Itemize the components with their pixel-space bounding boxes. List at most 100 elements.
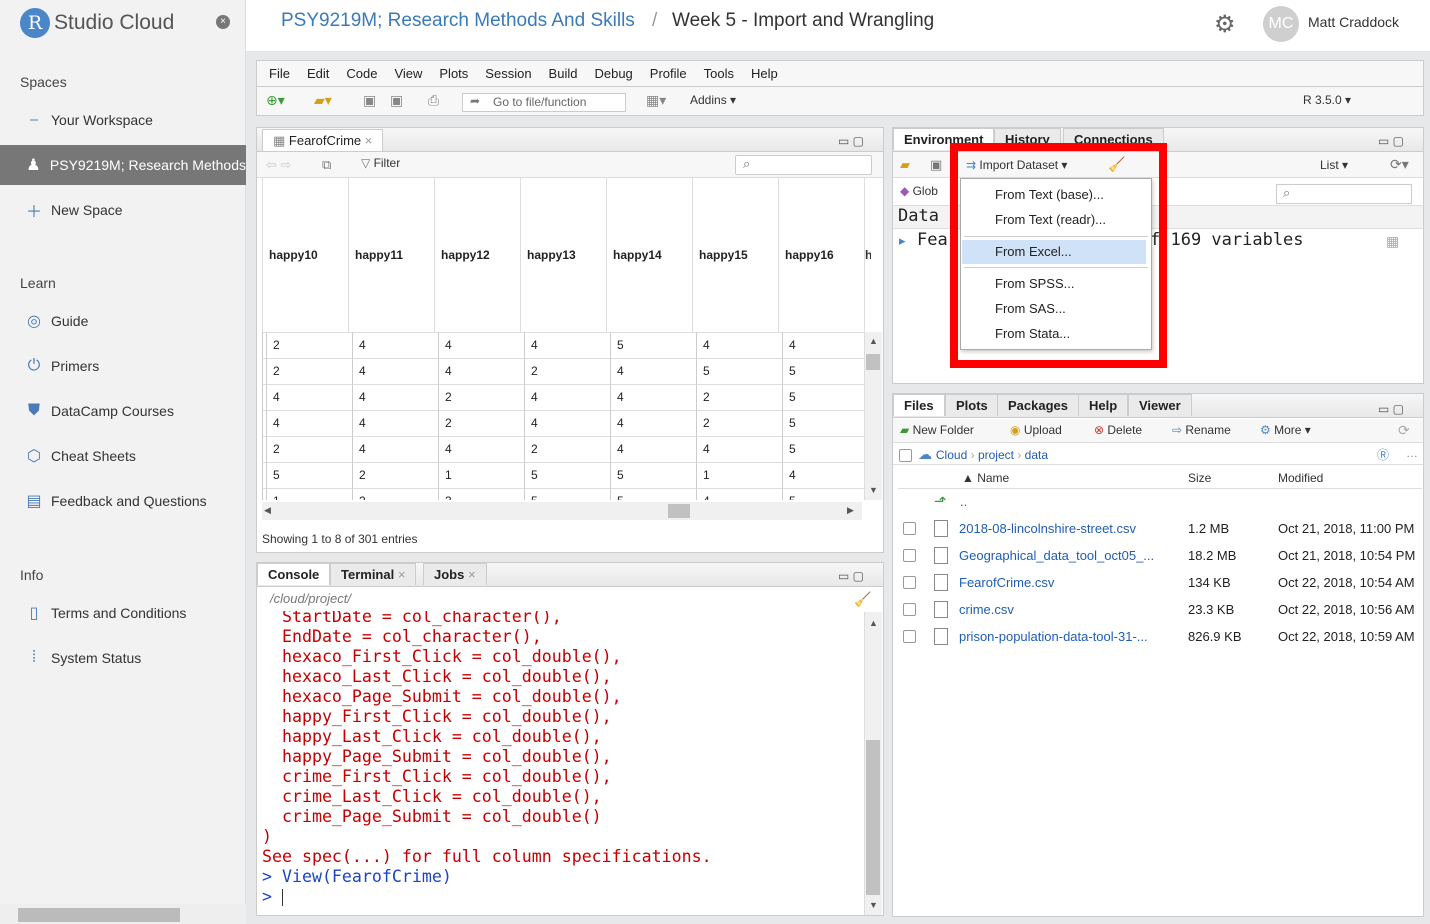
file-row[interactable]: 2018-08-lincolnshire-street.csv 1.2 MB Oct… [898, 515, 1422, 542]
menu-tools[interactable]: Tools [704, 66, 734, 81]
menu-help[interactable]: Help [751, 66, 778, 81]
sidebar-item-datacamp[interactable]: ⛊ DataCamp Courses [0, 391, 246, 431]
path-cloud[interactable]: Cloud [936, 448, 967, 462]
sidebar-item-your-workspace[interactable]: ⎯ Your Workspace [0, 100, 246, 140]
close-sidebar-icon[interactable]: × [216, 15, 230, 29]
tab-jobs[interactable]: Jobs × [423, 563, 487, 585]
project-icon[interactable]: Ⓡ [1377, 446, 1389, 463]
avatar[interactable]: MC [1263, 6, 1299, 42]
column-header[interactable]: happy12 [434, 178, 521, 333]
tab-help[interactable]: Help [1078, 394, 1129, 416]
minimize-icon[interactable]: ▭ ▢ [1378, 134, 1404, 148]
sidebar-item-psy9219m[interactable]: ♟ PSY9219M; Research Methods [0, 145, 246, 185]
upload-button[interactable]: ◉ Upload [1010, 423, 1062, 437]
tab-files[interactable]: Files [893, 394, 945, 416]
sidebar-item-guide[interactable]: ◎ Guide [0, 301, 246, 341]
tab-fearofcrime[interactable]: ▦ FearofCrime × [262, 129, 384, 151]
view-table-icon[interactable]: ▦ [1386, 233, 1399, 250]
menu-file[interactable]: File [269, 66, 290, 81]
scroll-up-icon[interactable]: ▲ [869, 336, 878, 346]
list-view-select[interactable]: List ▾ [1320, 158, 1348, 172]
column-header[interactable]: happy16 [778, 178, 865, 333]
tab-console[interactable]: Console [257, 563, 331, 585]
menu-code[interactable]: Code [346, 66, 377, 81]
close-icon[interactable]: × [361, 133, 373, 148]
sidebar-item-feedback[interactable]: ▤ Feedback and Questions [0, 481, 246, 521]
layout-grid-icon[interactable]: ▦▾ [646, 92, 666, 109]
refresh-icon[interactable]: ⟳ [1398, 422, 1410, 439]
more-path-icon[interactable]: … [1406, 446, 1418, 460]
file-checkbox[interactable] [903, 576, 916, 589]
goto-file-input[interactable]: Go to file/function [462, 93, 626, 112]
sidebar-item-cheat-sheets[interactable]: ⬡ Cheat Sheets [0, 436, 246, 476]
file-checkbox[interactable] [903, 630, 916, 643]
modified-column-header[interactable]: Modified [1278, 471, 1323, 485]
viewer-hscroll[interactable] [262, 502, 862, 520]
console-path[interactable]: /cloud/project/ [270, 591, 351, 606]
scroll-left-icon[interactable]: ◀ [264, 505, 271, 516]
back-forward-icon[interactable]: ⇦ ⇨ [266, 157, 291, 173]
menu-view[interactable]: View [394, 66, 422, 81]
tab-packages[interactable]: Packages [997, 394, 1079, 416]
sidebar-item-terms[interactable]: ▯ Terms and Conditions [0, 593, 246, 633]
viewer-hscroll-thumb[interactable] [668, 504, 690, 518]
save-all-icon[interactable]: ▣ [390, 92, 403, 109]
gear-icon[interactable]: ⚙ [1214, 10, 1236, 39]
print-icon[interactable]: ⎙ [428, 92, 439, 109]
parent-directory-link[interactable]: .. [960, 494, 967, 509]
menu-profile[interactable]: Profile [650, 66, 687, 81]
breadcrumb-space[interactable]: PSY9219M; Research Methods And Skills [281, 10, 635, 32]
path-data[interactable]: data [1025, 448, 1048, 462]
close-icon[interactable]: × [464, 567, 476, 582]
menu-edit[interactable]: Edit [307, 66, 329, 81]
sidebar-item-primers[interactable]: ⏻ Primers [0, 346, 246, 386]
scroll-down-icon[interactable]: ▼ [869, 900, 878, 910]
popout-icon[interactable]: ⧉ [322, 157, 331, 173]
open-folder-icon[interactable]: ▰▾ [314, 92, 332, 109]
file-row[interactable]: Geographical_data_tool_oct05_... 18.2 MB O… [898, 542, 1422, 569]
minimize-icon[interactable]: ▭ ▢ [838, 134, 864, 148]
file-name-link[interactable]: crime.csv [959, 602, 1181, 617]
addins-button[interactable]: Addins ▾ [690, 93, 736, 107]
console-vscroll-thumb[interactable] [866, 740, 880, 895]
rename-button[interactable]: ⇨ Rename [1172, 423, 1231, 437]
path-project[interactable]: project [978, 448, 1014, 462]
menu-build[interactable]: Build [549, 66, 578, 81]
menu-plots[interactable]: Plots [439, 66, 468, 81]
column-header[interactable]: happy13 [520, 178, 607, 333]
minimize-icon[interactable]: ▭ ▢ [1378, 402, 1404, 416]
size-column-header[interactable]: Size [1188, 471, 1211, 485]
close-icon[interactable]: × [394, 567, 406, 582]
file-row[interactable]: prison-population-data-tool-31-... 826.9 … [898, 623, 1422, 650]
sidebar-item-system-status[interactable]: ⦙ System Status [0, 638, 246, 678]
filter-button[interactable]: ▽ Filter [361, 156, 400, 170]
expand-icon[interactable]: ▸ [899, 233, 906, 249]
tab-plots[interactable]: Plots [945, 394, 999, 416]
console-output-area[interactable]: StartDate = col_character(), EndDate = c… [257, 611, 863, 915]
file-name-link[interactable]: prison-population-data-tool-31-... [959, 629, 1181, 644]
env-search-input[interactable] [1276, 184, 1412, 204]
file-name-link[interactable]: 2018-08-lincolnshire-street.csv [959, 521, 1181, 536]
file-checkbox[interactable] [903, 603, 916, 616]
sidebar-item-new-space[interactable]: ＋ New Space [0, 190, 246, 230]
file-name-link[interactable]: Geographical_data_tool_oct05_... [959, 548, 1181, 563]
file-name-link[interactable]: FearofCrime.csv [959, 575, 1181, 590]
global-env-select[interactable]: ◆ Glob [900, 184, 938, 198]
scroll-right-icon[interactable]: ▶ [847, 505, 854, 516]
scroll-up-icon[interactable]: ▲ [869, 618, 878, 628]
user-name[interactable]: Matt Craddock [1308, 14, 1399, 30]
viewer-vscroll-thumb[interactable] [866, 354, 880, 370]
r-version-select[interactable]: R 3.5.0 ▾ [1303, 93, 1351, 107]
name-column-header[interactable]: ▲ Name [962, 471, 1009, 485]
new-file-icon[interactable]: ⊕▾ [266, 92, 285, 109]
tab-terminal[interactable]: Terminal × [330, 563, 417, 585]
file-row[interactable]: crime.csv 23.3 KB Oct 22, 2018, 10:56 AM [898, 596, 1422, 623]
viewer-search-input[interactable] [735, 155, 872, 175]
file-row[interactable]: FearofCrime.csv 134 KB Oct 22, 2018, 10:54… [898, 569, 1422, 596]
load-workspace-icon[interactable]: ▰ [900, 157, 910, 173]
scroll-down-icon[interactable]: ▼ [869, 485, 878, 495]
file-checkbox[interactable] [903, 522, 916, 535]
more-button[interactable]: ⚙ More ▾ [1260, 423, 1311, 437]
delete-button[interactable]: ⊗ Delete [1094, 423, 1142, 437]
tab-viewer[interactable]: Viewer [1128, 394, 1192, 416]
